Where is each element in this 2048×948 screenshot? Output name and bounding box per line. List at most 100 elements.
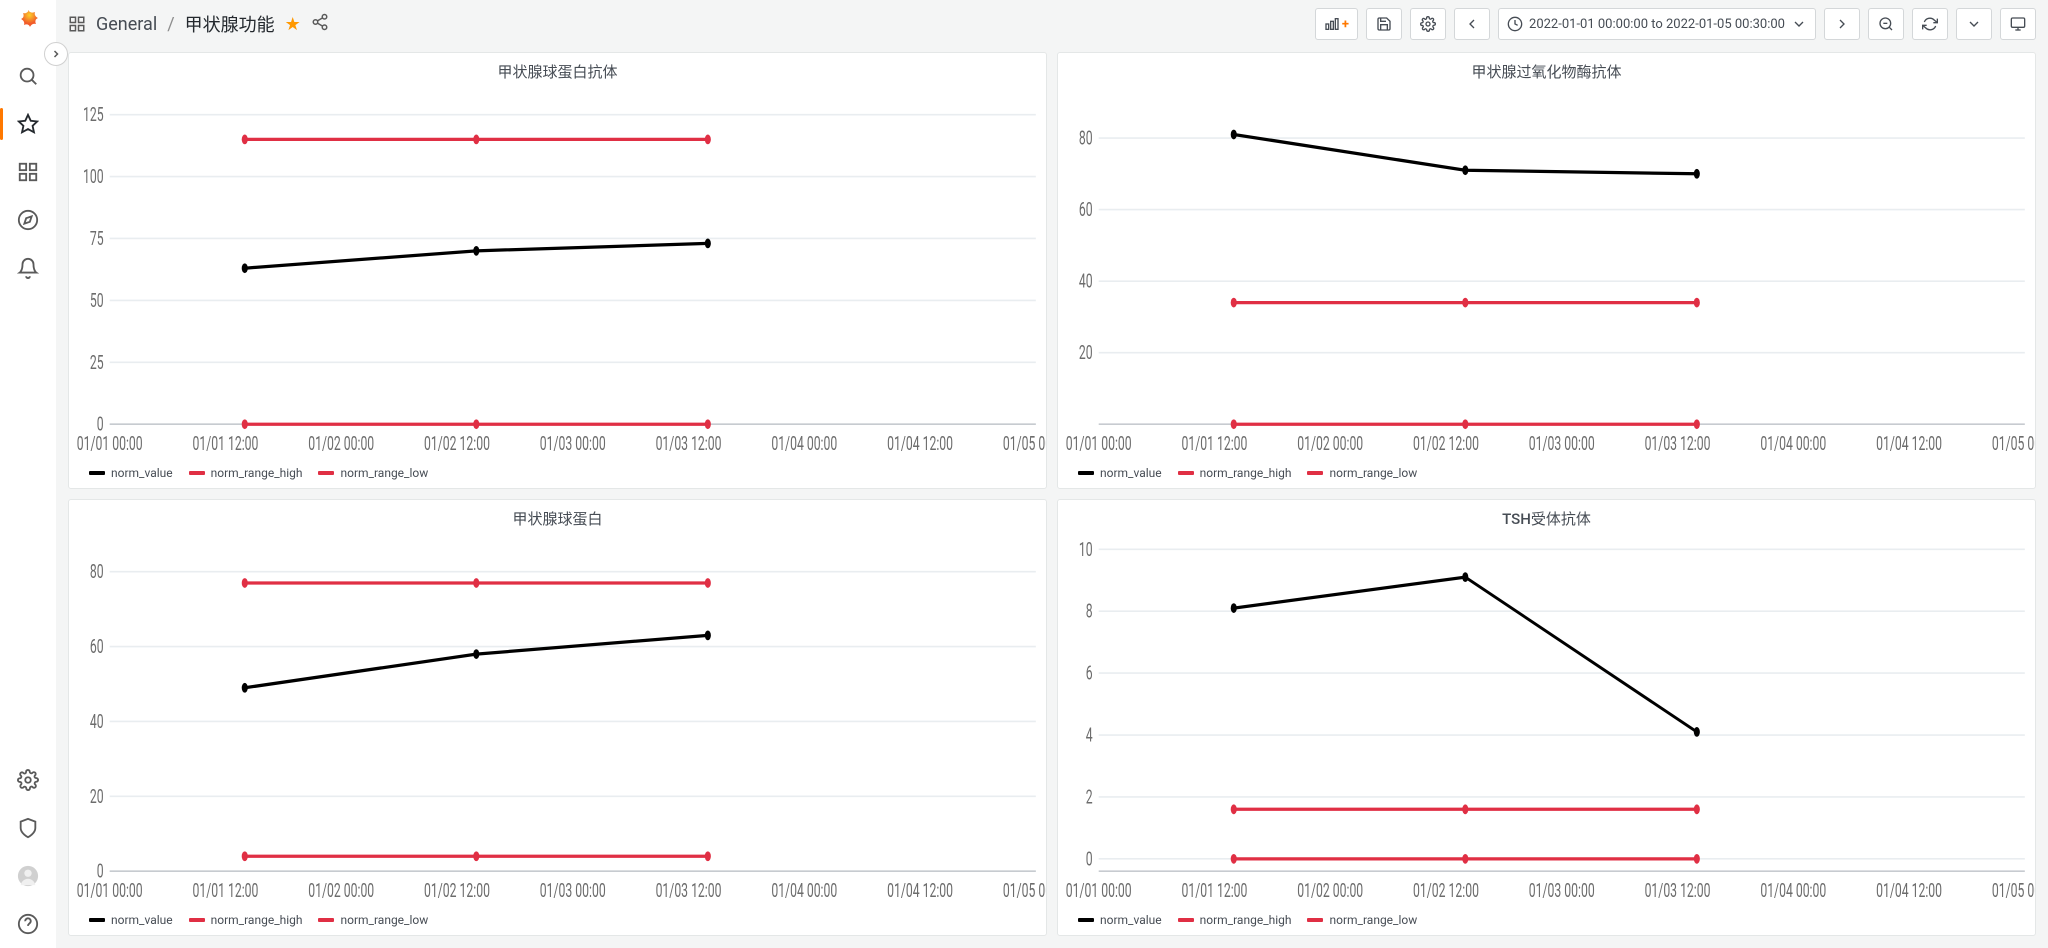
chart[interactable]: 2040608001/01 00:0001/01 12:0001/02 00:0… bbox=[1058, 86, 2035, 460]
legend-item-value[interactable]: norm_value bbox=[1078, 466, 1162, 480]
legend-item-high[interactable]: norm_range_high bbox=[1178, 913, 1292, 927]
svg-text:01/01 12:00: 01/01 12:00 bbox=[1182, 432, 1248, 455]
svg-text:60: 60 bbox=[90, 635, 104, 658]
svg-text:01/03 12:00: 01/03 12:00 bbox=[656, 432, 722, 455]
svg-text:80: 80 bbox=[1079, 127, 1093, 150]
starred-icon[interactable] bbox=[8, 104, 48, 144]
svg-text:01/04 00:00: 01/04 00:00 bbox=[1760, 879, 1826, 902]
legend-item-low[interactable]: norm_range_low bbox=[1307, 466, 1417, 480]
search-icon[interactable] bbox=[8, 56, 48, 96]
panel-title: 甲状腺过氧化物酶抗体 bbox=[1058, 53, 2035, 86]
svg-text:01/01 00:00: 01/01 00:00 bbox=[1066, 879, 1132, 902]
svg-text:80: 80 bbox=[90, 560, 104, 583]
svg-text:01/01 12:00: 01/01 12:00 bbox=[193, 432, 259, 455]
svg-text:01/05 00:00: 01/05 00:00 bbox=[1003, 879, 1046, 902]
legend-item-low[interactable]: norm_range_low bbox=[1307, 913, 1417, 927]
svg-text:01/04 00:00: 01/04 00:00 bbox=[1760, 432, 1826, 455]
explore-icon[interactable] bbox=[8, 200, 48, 240]
svg-text:01/01 00:00: 01/01 00:00 bbox=[1066, 432, 1132, 455]
svg-text:01/02 00:00: 01/02 00:00 bbox=[1297, 879, 1363, 902]
svg-text:6: 6 bbox=[1086, 662, 1093, 685]
dashboards-icon bbox=[68, 15, 86, 33]
svg-text:01/01 12:00: 01/01 12:00 bbox=[1182, 879, 1248, 902]
legend-item-high[interactable]: norm_range_high bbox=[189, 466, 303, 480]
chart[interactable]: 025507510012501/01 00:0001/01 12:0001/02… bbox=[69, 86, 1046, 460]
svg-text:01/01 12:00: 01/01 12:00 bbox=[193, 879, 259, 902]
alerting-icon[interactable] bbox=[8, 248, 48, 288]
svg-text:01/02 00:00: 01/02 00:00 bbox=[308, 879, 374, 902]
legend-item-value[interactable]: norm_value bbox=[1078, 913, 1162, 927]
expand-sidebar-button[interactable] bbox=[44, 42, 68, 66]
chevron-down-icon bbox=[1791, 16, 1807, 32]
legend: norm_value norm_range_high norm_range_lo… bbox=[1058, 907, 2035, 935]
panel-title: TSH受体抗体 bbox=[1058, 500, 2035, 533]
refresh-button[interactable] bbox=[1912, 8, 1948, 40]
time-back-button[interactable] bbox=[1454, 8, 1490, 40]
zoom-out-button[interactable] bbox=[1868, 8, 1904, 40]
breadcrumb: General / 甲状腺功能 ★ bbox=[68, 11, 329, 37]
refresh-interval-button[interactable] bbox=[1956, 8, 1992, 40]
svg-text:01/02 00:00: 01/02 00:00 bbox=[308, 432, 374, 455]
svg-text:01/03 00:00: 01/03 00:00 bbox=[540, 432, 606, 455]
grafana-logo[interactable] bbox=[12, 8, 44, 40]
svg-text:01/05 00:00: 01/05 00:00 bbox=[1992, 879, 2035, 902]
add-panel-button[interactable]: + bbox=[1315, 8, 1358, 40]
legend-item-value[interactable]: norm_value bbox=[89, 466, 173, 480]
svg-text:01/02 12:00: 01/02 12:00 bbox=[1413, 432, 1479, 455]
svg-text:40: 40 bbox=[90, 710, 104, 733]
svg-text:8: 8 bbox=[1086, 600, 1093, 623]
chart[interactable]: 024681001/01 00:0001/01 12:0001/02 00:00… bbox=[1058, 533, 2035, 907]
legend-item-high[interactable]: norm_range_high bbox=[1178, 466, 1292, 480]
legend-item-high[interactable]: norm_range_high bbox=[189, 913, 303, 927]
settings-button[interactable] bbox=[1410, 8, 1446, 40]
svg-text:01/02 12:00: 01/02 12:00 bbox=[1413, 879, 1479, 902]
panel-grid: 甲状腺球蛋白抗体 025507510012501/01 00:0001/01 1… bbox=[56, 48, 2048, 948]
svg-text:01/05 00:00: 01/05 00:00 bbox=[1992, 432, 2035, 455]
user-avatar[interactable] bbox=[8, 856, 48, 896]
admin-icon[interactable] bbox=[8, 808, 48, 848]
legend: norm_value norm_range_high norm_range_lo… bbox=[69, 460, 1046, 488]
clock-icon bbox=[1507, 16, 1523, 32]
save-button[interactable] bbox=[1366, 8, 1402, 40]
panel-tpoab[interactable]: 甲状腺过氧化物酶抗体 2040608001/01 00:0001/01 12:0… bbox=[1057, 52, 2036, 489]
panel-trab[interactable]: TSH受体抗体 024681001/01 00:0001/01 12:0001/… bbox=[1057, 499, 2036, 936]
legend-item-low[interactable]: norm_range_low bbox=[318, 466, 428, 480]
dashboards-icon[interactable] bbox=[8, 152, 48, 192]
svg-text:01/04 12:00: 01/04 12:00 bbox=[887, 879, 953, 902]
panel-title: 甲状腺球蛋白 bbox=[69, 500, 1046, 533]
svg-text:01/02 12:00: 01/02 12:00 bbox=[424, 879, 490, 902]
svg-text:2: 2 bbox=[1086, 785, 1093, 808]
time-range-picker[interactable]: 2022-01-01 00:00:00 to 2022-01-05 00:30:… bbox=[1498, 8, 1816, 40]
chart[interactable]: 02040608001/01 00:0001/01 12:0001/02 00:… bbox=[69, 533, 1046, 907]
svg-text:125: 125 bbox=[83, 103, 104, 126]
panel-tgab[interactable]: 甲状腺球蛋白抗体 025507510012501/01 00:0001/01 1… bbox=[68, 52, 1047, 489]
svg-text:25: 25 bbox=[90, 351, 104, 374]
svg-text:01/03 00:00: 01/03 00:00 bbox=[1529, 432, 1595, 455]
svg-text:01/03 00:00: 01/03 00:00 bbox=[1529, 879, 1595, 902]
svg-text:01/03 12:00: 01/03 12:00 bbox=[1645, 432, 1711, 455]
legend-item-low[interactable]: norm_range_low bbox=[318, 913, 428, 927]
svg-text:01/04 12:00: 01/04 12:00 bbox=[1876, 879, 1942, 902]
star-icon[interactable]: ★ bbox=[285, 14, 301, 35]
legend: norm_value norm_range_high norm_range_lo… bbox=[69, 907, 1046, 935]
svg-text:4: 4 bbox=[1086, 724, 1093, 747]
svg-text:01/01 00:00: 01/01 00:00 bbox=[77, 879, 143, 902]
share-icon[interactable] bbox=[311, 13, 329, 36]
topbar: General / 甲状腺功能 ★ + 2022-01-01 00:00:00 … bbox=[56, 0, 2048, 48]
help-icon[interactable] bbox=[8, 904, 48, 944]
sidebar bbox=[0, 0, 56, 948]
svg-text:40: 40 bbox=[1079, 270, 1093, 293]
svg-text:75: 75 bbox=[90, 227, 104, 250]
legend: norm_value norm_range_high norm_range_lo… bbox=[1058, 460, 2035, 488]
legend-item-value[interactable]: norm_value bbox=[89, 913, 173, 927]
panel-title: 甲状腺球蛋白抗体 bbox=[69, 53, 1046, 86]
panel-tg[interactable]: 甲状腺球蛋白 02040608001/01 00:0001/01 12:0001… bbox=[68, 499, 1047, 936]
kiosk-mode-button[interactable] bbox=[2000, 8, 2036, 40]
page-title[interactable]: 甲状腺功能 bbox=[185, 11, 275, 37]
configuration-icon[interactable] bbox=[8, 760, 48, 800]
svg-text:01/03 12:00: 01/03 12:00 bbox=[656, 879, 722, 902]
svg-text:01/02 12:00: 01/02 12:00 bbox=[424, 432, 490, 455]
svg-text:01/03 00:00: 01/03 00:00 bbox=[540, 879, 606, 902]
breadcrumb-folder[interactable]: General bbox=[96, 14, 157, 35]
time-forward-button[interactable] bbox=[1824, 8, 1860, 40]
